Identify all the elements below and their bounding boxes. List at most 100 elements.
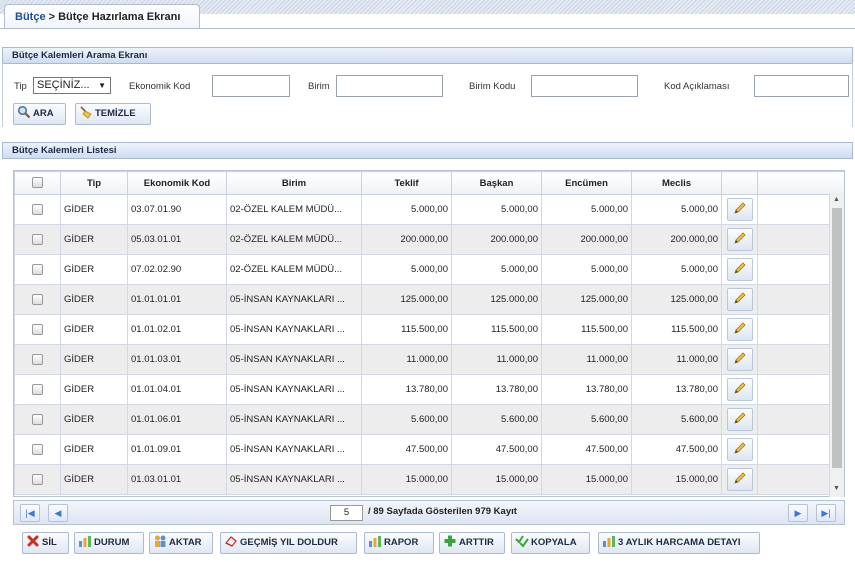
table-row[interactable]: GİDER 05.03.01.01 02-ÖZEL KALEM MÜDÜ... 200… (14, 224, 844, 255)
status-button[interactable]: DURUM (74, 532, 144, 554)
column-header-teklif[interactable]: Teklif (361, 171, 452, 195)
row-checkbox[interactable] (14, 284, 61, 315)
table-row[interactable]: GİDER 01.01.09.01 05-İNSAN KAYNAKLARI ... 4… (14, 434, 844, 465)
column-header-baskan[interactable]: Başkan (451, 171, 542, 195)
pencil-icon (726, 408, 753, 431)
cell-meclis: 5.600,00 (631, 404, 722, 435)
cell-teklif: 47.500,00 (361, 434, 452, 465)
cell-teklif: 15.000,00 (361, 464, 452, 495)
first-page-icon[interactable]: |◀ (20, 504, 40, 522)
row-checkbox[interactable] (14, 374, 61, 405)
cell-baskan: 47.500,00 (451, 434, 542, 465)
tip-label: Tip (14, 81, 27, 92)
pencil-icon (726, 228, 753, 251)
row-checkbox[interactable] (14, 314, 61, 345)
search-button[interactable]: ARA (13, 103, 66, 125)
column-header-encumen[interactable]: Encümen (541, 171, 632, 195)
bar-chart-icon (79, 536, 91, 547)
table-row[interactable]: GİDER 03.07.01.90 02-ÖZEL KALEM MÜDÜ... 5.0… (14, 194, 844, 225)
birim-input[interactable] (336, 75, 443, 97)
cell-baskan: 5.000,00 (451, 194, 542, 225)
row-checkbox[interactable] (14, 344, 61, 375)
row-checkbox[interactable] (14, 434, 61, 465)
table-body: GİDER 03.07.01.90 02-ÖZEL KALEM MÜDÜ... 5.0… (14, 194, 844, 495)
column-header-spacer (757, 171, 844, 195)
checkbox-icon (32, 263, 43, 275)
scrollbar-thumb[interactable] (832, 208, 842, 468)
prev-page-icon[interactable]: ◀ (48, 504, 68, 522)
cell-meclis: 5.000,00 (631, 254, 722, 285)
row-checkbox[interactable] (14, 194, 61, 225)
transfer-button[interactable]: AKTAR (149, 532, 213, 554)
clear-button[interactable]: TEMİZLE (75, 103, 151, 125)
cell-encumen: 5.600,00 (541, 404, 632, 435)
column-header-birim[interactable]: Birim (226, 171, 362, 195)
column-header-ekonomik-kod[interactable]: Ekonomik Kod (127, 171, 227, 195)
edit-row-button[interactable] (721, 314, 758, 345)
pencil-icon (726, 198, 753, 221)
copy-button[interactable]: KOPYALA (511, 532, 590, 554)
row-checkbox[interactable] (14, 224, 61, 255)
cell-tip: GİDER (60, 194, 128, 225)
cell-meclis: 115.500,00 (631, 314, 722, 345)
table-row[interactable]: GİDER 01.01.01.01 05-İNSAN KAYNAKLARI ... 1… (14, 284, 844, 315)
cell-teklif: 200.000,00 (361, 224, 452, 255)
select-all-checkbox[interactable] (14, 171, 61, 195)
breadcrumb: Bütçe > Bütçe Hazırlama Ekranı (15, 11, 180, 23)
eraser-icon (225, 536, 237, 547)
edit-row-button[interactable] (721, 374, 758, 405)
cell-encumen: 47.500,00 (541, 434, 632, 465)
magnifier-icon (17, 105, 31, 119)
row-checkbox[interactable] (14, 254, 61, 285)
pencil-icon (726, 438, 753, 461)
cell-ekonomik-kod: 07.02.02.90 (127, 254, 227, 285)
edit-row-button[interactable] (721, 254, 758, 285)
cell-encumen: 200.000,00 (541, 224, 632, 255)
column-header-edit (721, 171, 758, 195)
edit-row-button[interactable] (721, 224, 758, 255)
cell-baskan: 11.000,00 (451, 344, 542, 375)
table-row[interactable]: GİDER 07.02.02.90 02-ÖZEL KALEM MÜDÜ... 5.0… (14, 254, 844, 285)
fill-previous-year-button[interactable]: GEÇMİŞ YIL DOLDUR (220, 532, 357, 554)
cell-ekonomik-kod: 01.01.04.01 (127, 374, 227, 405)
table-row[interactable]: GİDER 01.03.01.01 05-İNSAN KAYNAKLARI ... 1… (14, 464, 844, 495)
row-checkbox[interactable] (14, 404, 61, 435)
fill-previous-year-label: GEÇMİŞ YIL DOLDUR (240, 537, 338, 548)
search-button-label: ARA (33, 108, 54, 119)
edit-row-button[interactable] (721, 464, 758, 495)
page-number-input[interactable]: 5 (330, 505, 363, 521)
edit-row-button[interactable] (721, 284, 758, 315)
table-row[interactable]: GİDER 01.01.03.01 05-İNSAN KAYNAKLARI ... 1… (14, 344, 844, 375)
table-row[interactable]: GİDER 01.01.06.01 05-İNSAN KAYNAKLARI ... 5… (14, 404, 844, 435)
column-header-meclis[interactable]: Meclis (631, 171, 722, 195)
delete-button[interactable]: SİL (22, 532, 69, 554)
row-checkbox[interactable] (14, 464, 61, 495)
pager-bar: |◀ ◀ 5 / 89 Sayfada Gösterilen 979 Kayıt… (13, 500, 845, 525)
pencil-icon (726, 318, 753, 341)
table-row[interactable]: GİDER 01.01.04.01 05-İNSAN KAYNAKLARI ... 1… (14, 374, 844, 405)
plus-icon (444, 535, 456, 547)
quarterly-expense-detail-button[interactable]: 3 AYLIK HARCAMA DETAYI (598, 532, 760, 554)
column-header-tip[interactable]: Tip (60, 171, 128, 195)
breadcrumb-root-link[interactable]: Bütçe (15, 11, 46, 23)
cell-baskan: 15.000,00 (451, 464, 542, 495)
cell-ekonomik-kod: 05.03.01.01 (127, 224, 227, 255)
cell-ekonomik-kod: 03.07.01.90 (127, 194, 227, 225)
edit-row-button[interactable] (721, 194, 758, 225)
increase-button[interactable]: ARTTIR (439, 532, 505, 554)
ekonomik-kod-input[interactable] (212, 75, 290, 97)
scroll-up-icon[interactable]: ▲ (833, 196, 840, 203)
tip-select[interactable]: SEÇİNİZ... ▼ (33, 77, 111, 94)
edit-row-button[interactable] (721, 404, 758, 435)
pencil-icon (726, 258, 753, 281)
scroll-down-icon[interactable]: ▼ (833, 485, 840, 492)
kod-aciklamasi-input[interactable] (754, 75, 849, 97)
next-page-icon[interactable]: ▶ (788, 504, 808, 522)
edit-row-button[interactable] (721, 434, 758, 465)
report-button[interactable]: RAPOR (364, 532, 434, 554)
vertical-scrollbar[interactable]: ▲ ▼ (829, 193, 844, 497)
edit-row-button[interactable] (721, 344, 758, 375)
table-row[interactable]: GİDER 01.01.02.01 05-İNSAN KAYNAKLARI ... 1… (14, 314, 844, 345)
last-page-icon[interactable]: ▶| (816, 504, 836, 522)
birim-kodu-input[interactable] (531, 75, 638, 97)
